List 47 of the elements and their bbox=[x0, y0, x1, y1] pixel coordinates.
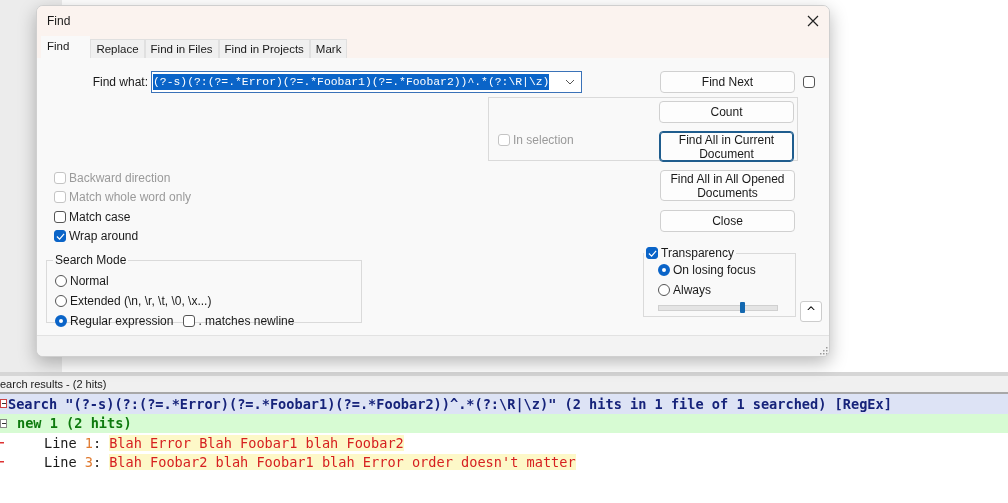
dropdown-caret-icon[interactable] bbox=[565, 79, 575, 85]
line-number: 3 bbox=[84, 454, 93, 471]
find-what-field[interactable]: (?-s)(?:(?=.*Error)(?=.*Foobar1)(?=.*Foobar2))^.*(?:\R|\z) bbox=[151, 71, 582, 93]
close-icon[interactable] bbox=[807, 15, 819, 27]
radio-option[interactable]: Always bbox=[658, 280, 711, 300]
checkmark-icon bbox=[55, 231, 65, 241]
find-next-button[interactable]: Find Next bbox=[660, 71, 795, 93]
search-summary: Search "(?-s)(?:(?=.*Error)(?=.*Foobar1)(?=.*Foobar2))^.*(?:\R|\z)" (2 hits in 1 file of 1 searched) [RegEx] bbox=[8, 395, 892, 412]
checkbox-option[interactable]: Wrap around bbox=[54, 226, 488, 246]
transparency-checkbox[interactable]: Transparency bbox=[644, 246, 736, 260]
find-what-label: Find what: bbox=[91, 75, 149, 89]
separator: : bbox=[92, 454, 102, 471]
count-button[interactable]: Count bbox=[659, 101, 794, 123]
checkbox-option[interactable]: . matches newline bbox=[183, 314, 295, 328]
tab[interactable]: Find bbox=[41, 36, 91, 58]
file-name: new 1 (2 hits) bbox=[17, 415, 132, 432]
marker-icon bbox=[0, 441, 4, 444]
fold-icon[interactable] bbox=[0, 418, 7, 428]
transparency-slider[interactable] bbox=[658, 305, 778, 311]
resize-grip-icon[interactable] bbox=[819, 346, 828, 355]
radio-option[interactable]: On losing focus bbox=[658, 260, 756, 280]
hit-text[interactable]: Blah Error Blah Foobar1 blah Foobar2 bbox=[109, 434, 404, 451]
tab[interactable]: Mark bbox=[309, 39, 348, 58]
fold-icon[interactable] bbox=[0, 399, 7, 409]
collapse-button[interactable]: ^ bbox=[800, 301, 822, 322]
checkbox-option[interactable]: Match case bbox=[54, 207, 488, 227]
find-all-current-button[interactable]: Find All in Current Document bbox=[659, 131, 794, 162]
marker-icon bbox=[0, 461, 4, 464]
line-number: 1 bbox=[84, 434, 93, 451]
panel-title: earch results - (2 hits) bbox=[0, 378, 107, 390]
tab[interactable]: Find in Files bbox=[144, 39, 219, 58]
find-all-opened-button[interactable]: Find All in All Opened Documents bbox=[660, 170, 795, 201]
close-button[interactable]: Close bbox=[660, 210, 795, 232]
line-label: Line bbox=[44, 454, 77, 471]
tab[interactable]: Replace bbox=[90, 39, 145, 58]
radio-option[interactable]: Normal bbox=[55, 274, 109, 288]
line-label: Line bbox=[44, 434, 77, 451]
hit-text[interactable]: Blah Foobar2 blah Foobar1 blah Error order doesn't matter bbox=[109, 454, 576, 471]
checkbox[interactable] bbox=[803, 76, 815, 88]
radio-option[interactable]: Regular expression bbox=[55, 314, 174, 328]
separator: : bbox=[92, 434, 102, 451]
checkmark-icon bbox=[647, 248, 657, 258]
window-title: Find bbox=[47, 14, 71, 28]
slider-thumb[interactable] bbox=[739, 302, 745, 313]
tab[interactable]: Find in Projects bbox=[218, 39, 310, 58]
group-title: Search Mode bbox=[54, 253, 128, 267]
radio-option[interactable]: Extended (\n, \r, \t, \0, \x...) bbox=[55, 294, 212, 308]
